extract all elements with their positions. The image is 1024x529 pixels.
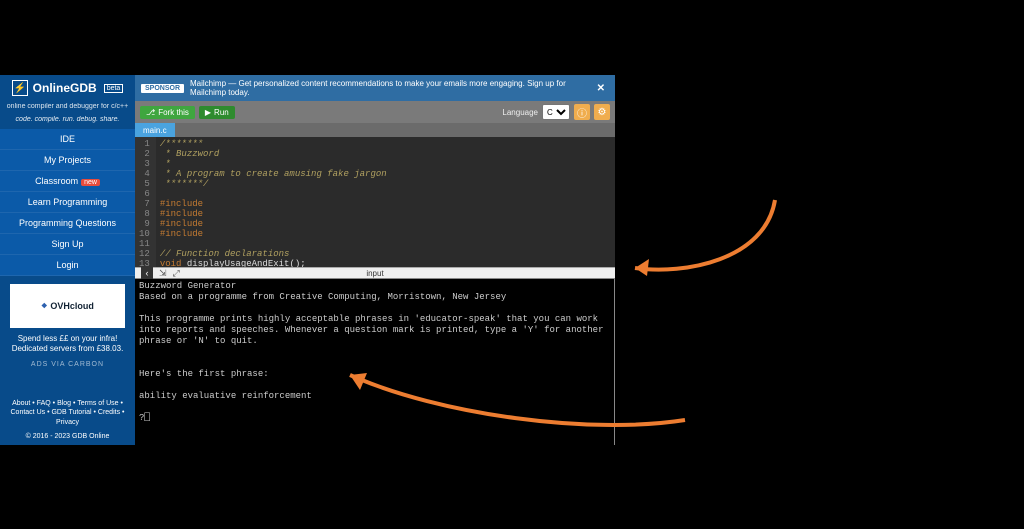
annotation-arrow-1	[615, 190, 795, 280]
io-splitter[interactable]: ‹ ⇲ ⤢ input	[135, 267, 615, 279]
fork-icon: ⎇	[146, 108, 155, 117]
sidebar-item-sign-up[interactable]: Sign Up	[0, 234, 135, 255]
sidebar-item-classroom[interactable]: Classroomnew	[0, 171, 135, 192]
brand-motto: code. compile. run. debug. share.	[0, 112, 135, 129]
footer-link[interactable]: Privacy	[56, 419, 79, 426]
shrink-icon[interactable]: ⇲	[159, 268, 167, 279]
splitter-label: input	[366, 269, 383, 278]
logo-icon: ⚡	[12, 80, 28, 96]
brand-subtitle: online compiler and debugger for c/c++	[0, 101, 135, 112]
brand-beta: beta	[104, 84, 124, 93]
footer-link[interactable]: Blog	[57, 400, 77, 407]
footer-link[interactable]: Contact Us	[11, 409, 52, 416]
language-label: Language	[502, 108, 538, 117]
sidebar-item-my-projects[interactable]: My Projects	[0, 150, 135, 171]
new-badge: new	[81, 179, 100, 186]
sidebar-item-learn-programming[interactable]: Learn Programming	[0, 192, 135, 213]
promo-text: Spend less ££ on your infra! Dedicated s…	[0, 332, 135, 357]
file-tab-main[interactable]: main.c	[135, 123, 175, 137]
gear-icon: ⚙	[598, 107, 607, 118]
sidebar-item-programming-questions[interactable]: Programming Questions	[0, 213, 135, 234]
app-window: ⚡ OnlineGDB beta online compiler and deb…	[0, 75, 615, 445]
code-area[interactable]: /******* * Buzzword * * A program to cre…	[156, 137, 391, 267]
sidebar: ⚡ OnlineGDB beta online compiler and deb…	[0, 75, 135, 445]
promo-box[interactable]: ❖ OVHcloud	[10, 284, 125, 328]
promo-logo: OVHcloud	[50, 301, 94, 311]
chevron-left-icon[interactable]: ‹	[141, 267, 153, 279]
footer-link[interactable]: FAQ	[37, 400, 57, 407]
code-editor[interactable]: 1 2 3 4 5 6 7 8 9 10 11 12 13 /******* *…	[135, 137, 615, 267]
line-gutter: 1 2 3 4 5 6 7 8 9 10 11 12 13	[135, 137, 156, 267]
footer-link[interactable]: GDB Tutorial	[51, 409, 97, 416]
footer-links: AboutFAQBlogTerms of Use Contact UsGDB Tu…	[0, 397, 135, 430]
main-panel: SPONSOR Mailchimp — Get personalized con…	[135, 75, 615, 445]
sponsor-tag: SPONSOR	[141, 84, 184, 93]
logo-row: ⚡ OnlineGDB beta	[0, 75, 135, 101]
run-button[interactable]: ▶ Run	[199, 106, 235, 119]
sidebar-item-login[interactable]: Login	[0, 255, 135, 276]
play-icon: ▶	[205, 108, 211, 117]
sponsor-bar: SPONSOR Mailchimp — Get personalized con…	[135, 75, 615, 101]
close-icon[interactable]: ✕	[593, 83, 609, 94]
nav-list: IDEMy ProjectsClassroomnewLearn Programm…	[0, 129, 135, 276]
sidebar-item-ide[interactable]: IDE	[0, 129, 135, 150]
brand-name: OnlineGDB	[33, 81, 97, 95]
footer-link[interactable]: Terms of Use	[77, 400, 123, 407]
footer-link[interactable]: About	[12, 400, 37, 407]
info-button[interactable]: ⓘ	[574, 104, 590, 120]
footer-copyright: © 2016 - 2023 GDB Online	[0, 430, 135, 445]
fork-button[interactable]: ⎇ Fork this	[140, 106, 195, 119]
language-select[interactable]: C	[542, 104, 570, 120]
expand-icon[interactable]: ⤢	[173, 268, 180, 279]
sponsor-text[interactable]: Mailchimp — Get personalized content rec…	[190, 79, 587, 97]
settings-button[interactable]: ⚙	[594, 104, 610, 120]
footer-link[interactable]: Credits	[98, 409, 125, 416]
file-tab-bar: main.c	[135, 123, 615, 137]
toolbar: ⎇ Fork this ▶ Run Language C ⓘ ⚙	[135, 101, 615, 123]
output-console[interactable]: Buzzword Generator Based on a programme …	[135, 279, 615, 445]
ads-label[interactable]: ADS VIA CARBON	[0, 357, 135, 376]
